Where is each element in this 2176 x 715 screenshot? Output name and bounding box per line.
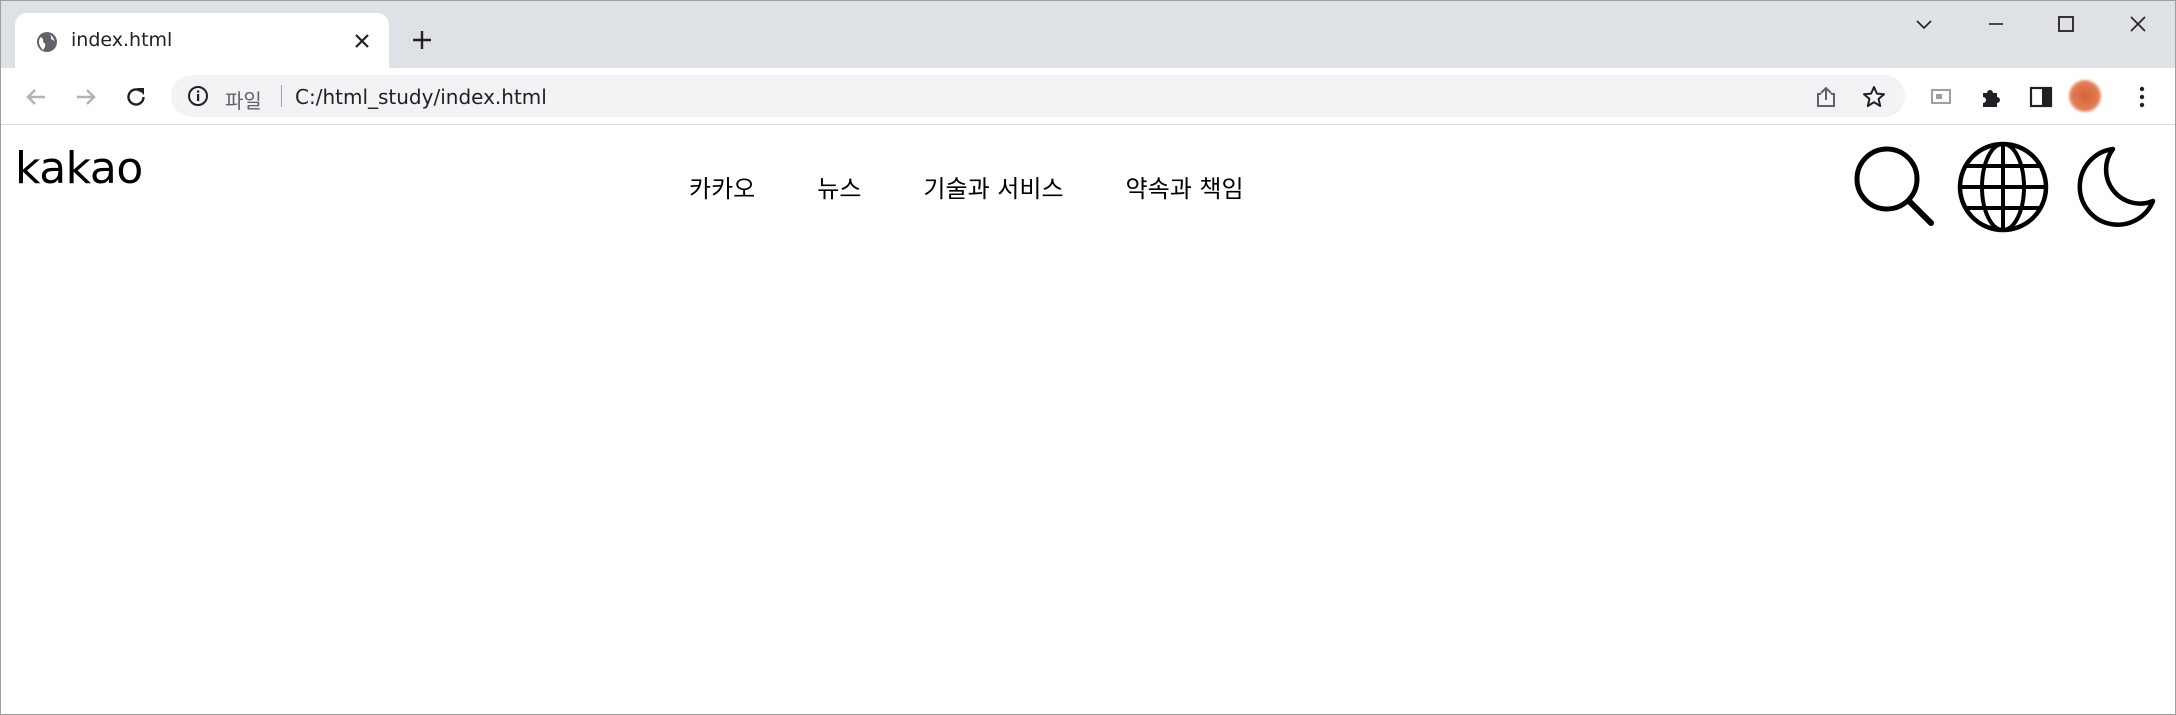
- browser-toolbar: 파일 C:/html_study/index.html: [1, 68, 2175, 125]
- nav-item-kakao[interactable]: 카카오: [689, 169, 755, 204]
- tab-index[interactable]: index.html: [15, 13, 389, 68]
- media-cast-icon[interactable]: [1928, 84, 1954, 110]
- scheme-label: 파일: [225, 89, 262, 113]
- info-icon[interactable]: [187, 85, 209, 107]
- maximize-icon[interactable]: [2055, 13, 2077, 35]
- reload-icon[interactable]: [123, 84, 149, 110]
- forward-arrow-icon[interactable]: [73, 84, 99, 110]
- tab-strip: index.html: [1, 1, 2175, 68]
- side-panel-icon[interactable]: [2028, 84, 2054, 110]
- new-tab-icon[interactable]: [411, 29, 433, 51]
- back-arrow-icon[interactable]: [23, 84, 49, 110]
- bookmark-star-icon[interactable]: [1861, 84, 1887, 110]
- web-page: kakao 카카오 뉴스 기술과 서비스 약속과 책임: [1, 125, 2175, 714]
- profile-avatar[interactable]: [2069, 80, 2101, 112]
- url-text[interactable]: C:/html_study/index.html: [295, 85, 547, 109]
- nav-item-promise-responsibility[interactable]: 약속과 책임: [1126, 169, 1244, 204]
- search-icon[interactable]: [1849, 141, 1941, 233]
- share-icon[interactable]: [1813, 84, 1839, 110]
- chevron-down-icon[interactable]: [1913, 13, 1935, 35]
- browser-window: index.html 파일 C:/html_study/index.html k…: [0, 0, 2176, 715]
- extensions-puzzle-icon[interactable]: [1978, 84, 2004, 110]
- address-separator: [281, 85, 282, 107]
- nav-item-tech-services[interactable]: 기술과 서비스: [923, 169, 1063, 204]
- globe-icon: [37, 32, 57, 52]
- close-window-icon[interactable]: [2127, 13, 2149, 35]
- minimize-icon[interactable]: [1985, 13, 2007, 35]
- main-nav: 카카오 뉴스 기술과 서비스 약속과 책임: [689, 169, 1244, 204]
- address-bar[interactable]: 파일 C:/html_study/index.html: [171, 75, 1905, 117]
- moon-icon[interactable]: [2067, 141, 2159, 233]
- tab-title: index.html: [71, 29, 173, 51]
- globe-icon[interactable]: [1957, 141, 2049, 233]
- site-logo[interactable]: kakao: [15, 143, 143, 194]
- close-tab-icon[interactable]: [353, 32, 371, 50]
- nav-item-news[interactable]: 뉴스: [817, 169, 861, 204]
- more-menu-icon[interactable]: [2129, 84, 2155, 110]
